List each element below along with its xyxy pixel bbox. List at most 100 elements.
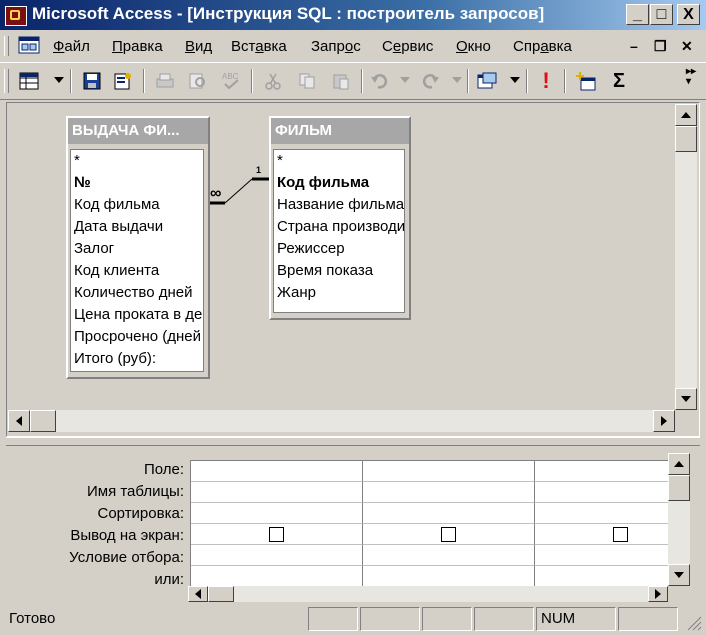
menu-window-label: кно bbox=[467, 38, 491, 55]
query-design-grid[interactable]: Поле: Имя таблицы: Сортировка: Вывод на … bbox=[6, 448, 700, 602]
table-diagram-pane[interactable]: ВЫДАЧА ФИ... * № Код фильма Дата выдачи Зало… bbox=[6, 102, 700, 437]
maximize-button[interactable]: □ bbox=[650, 4, 673, 25]
menu-tools[interactable]: Сервис bbox=[382, 38, 433, 55]
resize-grip-icon[interactable] bbox=[684, 615, 702, 631]
menu-edit[interactable]: Правка bbox=[112, 38, 163, 55]
scroll-up-button[interactable] bbox=[668, 453, 690, 475]
spelling-icon[interactable]: ABC bbox=[218, 68, 244, 94]
grid-cell[interactable] bbox=[535, 524, 669, 545]
menu-window-accel: О bbox=[456, 38, 468, 55]
svg-text:ABC: ABC bbox=[222, 72, 239, 81]
undo-dropdown-arrow[interactable] bbox=[400, 77, 410, 83]
redo-icon[interactable] bbox=[418, 68, 444, 94]
show-table-icon[interactable] bbox=[573, 68, 599, 94]
menu-query-rest: с bbox=[353, 38, 361, 55]
grid-cells[interactable] bbox=[190, 460, 669, 587]
menu-insert[interactable]: Вставка bbox=[231, 38, 287, 55]
run-icon[interactable]: ! bbox=[533, 68, 559, 94]
relationship-line[interactable] bbox=[7, 103, 697, 433]
menu-query[interactable]: Запрос bbox=[311, 38, 361, 55]
grid-horizontal-scrollbar[interactable] bbox=[188, 586, 668, 602]
scroll-right-button[interactable] bbox=[648, 586, 668, 602]
grid-cell[interactable] bbox=[191, 524, 363, 545]
grid-cell[interactable] bbox=[191, 566, 363, 587]
toolbar-overflow-chevron[interactable]: ▸▸ ▾ bbox=[686, 67, 696, 87]
query-window-icon[interactable] bbox=[18, 36, 40, 54]
menu-edit-accel: П bbox=[112, 38, 123, 55]
grid-cell[interactable] bbox=[363, 524, 535, 545]
cut-icon[interactable] bbox=[260, 68, 286, 94]
paste-icon[interactable] bbox=[328, 68, 354, 94]
scroll-up-button[interactable] bbox=[675, 104, 697, 126]
status-panel bbox=[360, 607, 420, 631]
menu-file-accel: Ф bbox=[53, 38, 65, 55]
grid-vertical-scrollbar[interactable] bbox=[668, 453, 690, 586]
grid-cell[interactable] bbox=[363, 461, 535, 482]
menu-grip[interactable] bbox=[4, 36, 9, 56]
minimize-button[interactable]: _ bbox=[626, 4, 649, 25]
status-panel bbox=[422, 607, 472, 631]
redo-dropdown-arrow[interactable] bbox=[452, 77, 462, 83]
scroll-left-button[interactable] bbox=[8, 410, 30, 432]
menu-file[interactable]: Файл bbox=[53, 38, 90, 55]
grid-cell[interactable] bbox=[363, 482, 535, 503]
totals-icon[interactable]: Σ bbox=[606, 68, 632, 94]
show-checkbox[interactable] bbox=[269, 527, 284, 542]
arrow-up-icon bbox=[681, 112, 691, 118]
scroll-thumb[interactable] bbox=[675, 126, 697, 152]
menu-window[interactable]: Окно bbox=[456, 38, 491, 55]
properties-icon[interactable] bbox=[110, 68, 136, 94]
view-dropdown-arrow[interactable] bbox=[54, 77, 64, 83]
query-type-dropdown-arrow[interactable] bbox=[510, 77, 520, 83]
close-button[interactable]: X bbox=[677, 4, 700, 25]
arrow-left-icon bbox=[195, 589, 201, 599]
query-type-icon[interactable] bbox=[474, 68, 500, 94]
toolbar: ABC ! Σ ▸▸ ▾ bbox=[0, 63, 706, 100]
access-app-icon[interactable] bbox=[5, 6, 27, 26]
menu-help-rest: вка bbox=[548, 38, 572, 55]
mdi-close-button[interactable]: ✕ bbox=[681, 38, 693, 55]
arrow-right-icon bbox=[655, 589, 661, 599]
menu-view[interactable]: Вид bbox=[185, 38, 212, 55]
grid-cell[interactable] bbox=[363, 566, 535, 587]
window-title: Microsoft Access - [Инструкция SQL : пос… bbox=[32, 4, 545, 23]
scroll-thumb[interactable] bbox=[208, 586, 234, 602]
vertical-scrollbar[interactable] bbox=[675, 104, 697, 410]
mdi-minimize-button[interactable]: – bbox=[630, 38, 638, 54]
grid-cell[interactable] bbox=[191, 503, 363, 524]
grid-cell[interactable] bbox=[363, 503, 535, 524]
show-checkbox[interactable] bbox=[441, 527, 456, 542]
mdi-restore-button[interactable]: ❐ bbox=[654, 38, 667, 55]
scroll-right-button[interactable] bbox=[653, 410, 675, 432]
grid-cell[interactable] bbox=[535, 503, 669, 524]
row-label-field: Поле: bbox=[143, 461, 184, 478]
grid-cell[interactable] bbox=[535, 545, 669, 566]
scroll-down-button[interactable] bbox=[668, 564, 690, 586]
grid-cell[interactable] bbox=[535, 461, 669, 482]
title-bar[interactable]: Microsoft Access - [Инструкция SQL : пос… bbox=[0, 0, 706, 30]
print-icon[interactable] bbox=[152, 68, 178, 94]
copy-icon[interactable] bbox=[294, 68, 320, 94]
grid-cell[interactable] bbox=[363, 545, 535, 566]
preview-icon[interactable] bbox=[185, 68, 211, 94]
grid-cell[interactable] bbox=[191, 482, 363, 503]
menu-help[interactable]: Справка bbox=[513, 38, 572, 55]
arrow-right-icon bbox=[661, 416, 667, 426]
scroll-thumb[interactable] bbox=[668, 475, 690, 501]
show-checkbox[interactable] bbox=[613, 527, 628, 542]
grid-cell[interactable] bbox=[191, 461, 363, 482]
horizontal-scrollbar[interactable] bbox=[8, 410, 675, 432]
grid-cell[interactable] bbox=[191, 545, 363, 566]
scroll-down-button[interactable] bbox=[675, 388, 697, 410]
menu-insert-pre: Вст bbox=[231, 38, 256, 55]
grid-cell[interactable] bbox=[535, 482, 669, 503]
scroll-left-button[interactable] bbox=[188, 586, 208, 602]
status-text: Готово bbox=[9, 610, 56, 627]
toolbar-grip[interactable] bbox=[4, 69, 9, 93]
view-icon[interactable] bbox=[16, 68, 42, 94]
save-icon[interactable] bbox=[79, 68, 105, 94]
grid-cell[interactable] bbox=[535, 566, 669, 587]
undo-icon[interactable] bbox=[366, 68, 392, 94]
pane-splitter[interactable] bbox=[6, 437, 700, 446]
scroll-thumb[interactable] bbox=[30, 410, 56, 432]
